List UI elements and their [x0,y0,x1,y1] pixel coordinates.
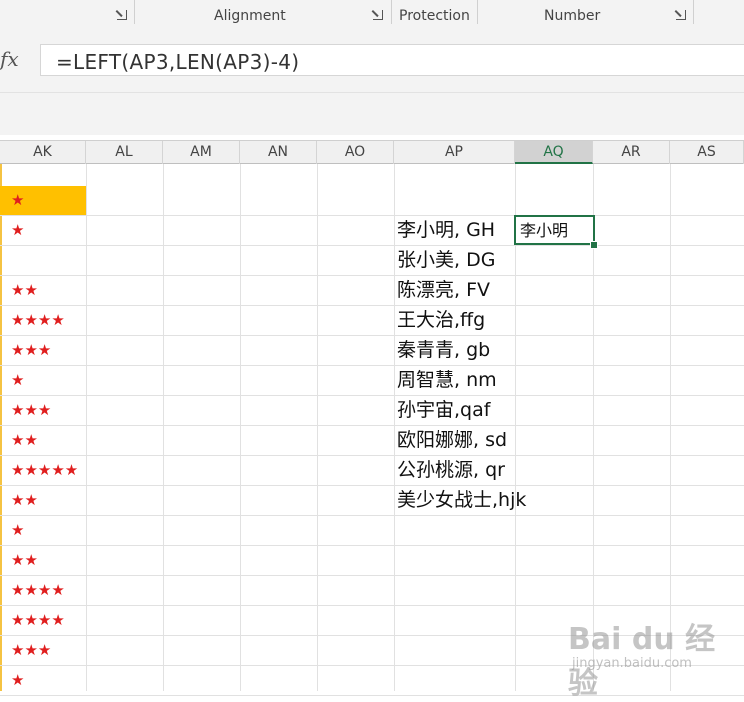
alignment-group-launcher-icon[interactable] [373,10,383,20]
column-header-ak[interactable]: AK [0,141,86,164]
ribbon-group-number: Number [544,8,601,24]
cell-ak-stars[interactable]: ★★ [0,546,86,575]
cell-ap-name[interactable]: 公孙桃源, qr [394,456,505,485]
grid-row-line [0,545,744,546]
cell-ap-name[interactable]: 美少女战士,hjk [394,486,526,515]
column-header-an[interactable]: AN [240,141,317,164]
cell-ak-stars[interactable]: ★★★ [0,336,86,365]
grid-column-line [240,164,241,691]
column-header-as[interactable]: AS [670,141,744,164]
grid-row-line [0,335,744,336]
cell-ap-name[interactable]: 周智慧, nm [394,366,497,395]
cell-ak-stars[interactable]: ★★★★ [0,606,86,635]
cell-ak-stars[interactable]: ★★★ [0,636,86,665]
cell-ak-stars[interactable]: ★★★★ [0,306,86,335]
watermark-url: jingyan.baidu.com [572,656,692,671]
grid-row-line [0,575,744,576]
ribbon-group-protection: Protection [399,8,470,24]
cell-ap-name[interactable]: 欧阳娜娜, sd [394,426,507,455]
column-header-al[interactable]: AL [86,141,163,164]
cell-ak-stars[interactable]: ★★ [0,486,86,515]
cell-ak-stars[interactable]: ★ [0,186,86,215]
grid-row-line [0,395,744,396]
ribbon-group-bar: Alignment Protection Number [0,0,744,28]
cell-aq-active[interactable]: 李小明 [514,215,595,245]
cell-ak-stars[interactable]: ★ [0,216,86,245]
column-header-ao[interactable]: AO [317,141,394,164]
cell-ak-stars[interactable]: ★ [0,516,86,545]
column-header-aq[interactable]: AQ [515,141,593,164]
watermark-logo: Bai du 经验 jingyan.baidu.com [568,606,738,701]
column-header-ap[interactable]: AP [394,141,515,164]
grid-row-line [0,245,744,246]
cell-ak-stars[interactable]: ★★★ [0,396,86,425]
grid-row-line [0,275,744,276]
cell-ap-name[interactable]: 孙宇宙,qaf [394,396,490,425]
ribbon-group-alignment: Alignment [214,8,286,24]
grid-row-line [0,305,744,306]
formula-text: =LEFT(AP3,LEN(AP3)-4) [56,50,300,74]
grid-row-line [0,215,744,216]
column-header-bar: AK AL AM AN AO AP AQ AR AS [0,140,744,164]
cell-ak-stars[interactable]: ★★★★★ [0,456,86,485]
cell-ap-name[interactable]: 王大治,ffg [394,306,485,335]
grid-column-line [86,164,87,691]
cell-ak-stars[interactable]: ★★ [0,426,86,455]
column-header-ar[interactable]: AR [593,141,670,164]
grid-column-line [163,164,164,691]
formula-input[interactable]: =LEFT(AP3,LEN(AP3)-4) [40,44,744,76]
group-divider [477,0,478,24]
grid-row-line [0,365,744,366]
grid-row-line [0,515,744,516]
cell-ak-stars[interactable]: ★★★★ [0,576,86,605]
fill-handle[interactable] [590,241,598,249]
font-group-launcher-icon[interactable] [117,10,127,20]
insert-function-icon[interactable]: fx [0,44,30,74]
column-header-am[interactable]: AM [163,141,240,164]
cell-ap-name[interactable]: 张小美, DG [394,246,495,275]
grid-row-line [0,425,744,426]
divider [0,92,744,93]
grid-row-line [0,455,744,456]
cell-ak-stars[interactable] [0,246,86,275]
grid-row-line [0,485,744,486]
cell-ap-name[interactable]: 秦青青, gb [394,336,490,365]
group-divider [391,0,392,24]
cell-ak-stars[interactable]: ★ [0,366,86,395]
group-divider [134,0,135,24]
number-group-launcher-icon[interactable] [676,10,686,20]
cell-ap-name[interactable]: 陈漂亮, FV [394,276,490,305]
cell-ap-name[interactable]: 李小明, GH [394,216,495,245]
grid-column-line [317,164,318,691]
cell-ak-stars[interactable]: ★★ [0,276,86,305]
group-divider [693,0,694,24]
